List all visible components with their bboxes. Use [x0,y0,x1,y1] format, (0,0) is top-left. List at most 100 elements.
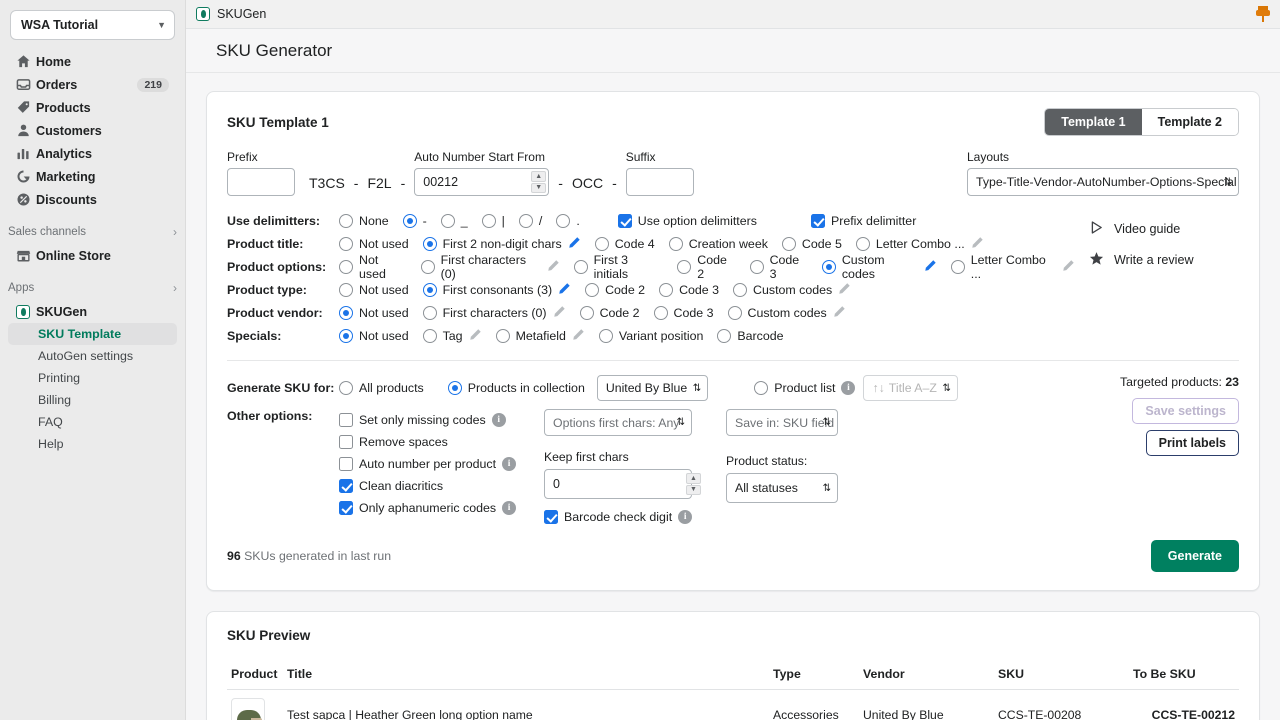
edit-pencil-icon[interactable] [924,259,937,275]
radio-not-used[interactable]: Not used [339,329,409,343]
sidebar-subitem-faq[interactable]: FAQ [8,411,177,433]
tab-template-2[interactable]: Template 2 [1142,109,1238,135]
radio-letter-combo[interactable]: Letter Combo ... [951,253,1075,281]
radio-custom-codes[interactable]: Custom codes [733,282,851,298]
sidebar-item-online-store[interactable]: Online Store [8,244,177,267]
radio-sym2[interactable]: _ [441,214,468,228]
sidebar-item-marketing[interactable]: Marketing [8,165,177,188]
options-first-chars-select[interactable]: Options first chars: Any ⇅ [544,409,692,436]
checkbox-use-option-delimitters[interactable]: Use option delimitters [618,214,757,228]
radio-custom-codes[interactable]: Custom codes [728,305,846,321]
content-scroll[interactable]: SKU Template 1 Template 1Template 2 Pref… [186,73,1280,720]
sales-channels-header[interactable]: Sales channels › [0,225,185,239]
radio-sym5[interactable]: . [556,214,579,228]
radio-creation-week[interactable]: Creation week [669,237,768,251]
edit-pencil-icon[interactable] [568,236,581,252]
radio-custom-codes[interactable]: Custom codes [822,253,937,281]
radio-letter-combo[interactable]: Letter Combo ... [856,236,984,252]
sidebar-subitem-sku-template[interactable]: SKU Template [8,323,177,345]
edit-pencil-icon[interactable] [833,305,846,321]
sidebar-item-home[interactable]: Home [8,50,177,73]
sidebar-item-discounts[interactable]: Discounts [8,188,177,211]
radio-code-4[interactable]: Code 4 [595,237,655,251]
radio-code-3[interactable]: Code 3 [659,283,719,297]
stepper-down-icon[interactable]: ▼ [531,183,546,194]
radio-barcode[interactable]: Barcode [717,329,783,343]
radio-none[interactable]: None [339,214,389,228]
link-video-guide[interactable]: Video guide [1089,220,1239,238]
sidebar-subitem-help[interactable]: Help [8,433,177,455]
radio-sym3[interactable]: | [482,214,505,228]
sidebar-item-orders[interactable]: Orders219 [8,73,177,96]
radio-products-in-collection[interactable]: Products in collection [448,381,585,395]
checkbox-only-aphanumeric-codes[interactable]: Only aphanumeric codesi [339,497,540,519]
radio-sym4[interactable]: / [519,214,542,228]
sidebar-item-products[interactable]: Products [8,96,177,119]
radio-code-3[interactable]: Code 3 [750,253,808,281]
radio-code-2[interactable]: Code 2 [580,306,640,320]
edit-pencil-icon[interactable] [1062,259,1075,275]
edit-pencil-icon[interactable] [558,282,571,298]
sidebar-subitem-billing[interactable]: Billing [8,389,177,411]
sort-select[interactable]: ↑↓ Title A–Z ⇅ [863,375,957,401]
layouts-select[interactable]: Type-Title-Vendor-AutoNumber-Options-Spe… [967,168,1239,196]
edit-pencil-icon[interactable] [572,328,585,344]
radio-first-2-non-digit-chars[interactable]: First 2 non-digit chars [423,236,581,252]
radio-product-list[interactable]: Product list i [754,381,855,395]
radio-code-2[interactable]: Code 2 [677,253,735,281]
radio-code-5[interactable]: Code 5 [782,237,842,251]
radio-variant-position[interactable]: Variant position [599,329,704,343]
edit-pencil-icon[interactable] [553,305,566,321]
edit-pencil-icon[interactable] [971,236,984,252]
save-in-select[interactable]: Save in: SKU field ⇅ [726,409,838,436]
link-write-a-review[interactable]: Write a review [1089,251,1239,269]
sidebar-item-skugen[interactable]: SKUGen [8,300,177,323]
stepper-up-icon[interactable]: ▲ [531,171,546,182]
checkbox-prefix-delimitter[interactable]: Prefix delimitter [811,214,916,228]
sidebar-item-analytics[interactable]: Analytics [8,142,177,165]
save-settings-button[interactable]: Save settings [1132,398,1239,424]
edit-pencil-icon[interactable] [469,328,482,344]
radio-not-used[interactable]: Not used [339,237,409,251]
edit-pencil-icon[interactable] [838,282,851,298]
keep-first-chars-stepper[interactable]: ▲ ▼ [686,473,701,495]
print-labels-button[interactable]: Print labels [1146,430,1239,456]
radio-first-characters-0[interactable]: First characters (0) [421,253,560,281]
radio-not-used[interactable]: Not used [339,253,407,281]
checkbox-remove-spaces[interactable]: Remove spaces [339,431,540,453]
radio-first-characters-0[interactable]: First characters (0) [423,305,566,321]
radio-tag[interactable]: Tag [423,328,482,344]
sidebar-item-customers[interactable]: Customers [8,119,177,142]
pushpin-icon[interactable] [1256,6,1270,22]
product-status-select[interactable]: All statuses ⇅ [726,473,838,503]
info-icon[interactable]: i [678,510,692,524]
radio-sym1[interactable]: - [403,214,427,228]
radio-code-3[interactable]: Code 3 [654,306,714,320]
sidebar-subitem-autogen-settings[interactable]: AutoGen settings [8,345,177,367]
info-icon[interactable]: i [492,413,506,427]
store-switcher[interactable]: WSA Tutorial ▼ [10,10,175,40]
radio-metafield[interactable]: Metafield [496,328,585,344]
tab-template-1[interactable]: Template 1 [1045,109,1141,135]
suffix-input[interactable] [626,168,694,196]
checkbox-set-only-missing-codes[interactable]: Set only missing codesi [339,409,540,431]
table-row[interactable]: Test sapca | Heather Green long option n… [227,690,1239,720]
radio-not-used[interactable]: Not used [339,283,409,297]
checkbox-auto-number-per-product[interactable]: Auto number per producti [339,453,540,475]
radio-code-2[interactable]: Code 2 [585,283,645,297]
generate-button[interactable]: Generate [1151,540,1239,572]
stepper-up-icon[interactable]: ▲ [686,473,701,484]
apps-header[interactable]: Apps › [0,281,185,295]
collection-select[interactable]: United By Blue ⇅ [597,375,708,401]
radio-first-consonants-3[interactable]: First consonants (3) [423,282,572,298]
checkbox-clean-diacritics[interactable]: Clean diacritics [339,475,540,497]
info-icon[interactable]: i [502,501,516,515]
autonumber-input[interactable] [414,168,549,196]
radio-all-products[interactable]: All products [339,381,424,395]
keep-first-chars-input[interactable] [544,469,692,499]
info-icon[interactable]: i [841,381,855,395]
radio-not-used[interactable]: Not used [339,306,409,320]
radio-first-3-initials[interactable]: First 3 initials [574,253,664,281]
autonumber-stepper[interactable]: ▲ ▼ [531,171,546,193]
info-icon[interactable]: i [502,457,516,471]
